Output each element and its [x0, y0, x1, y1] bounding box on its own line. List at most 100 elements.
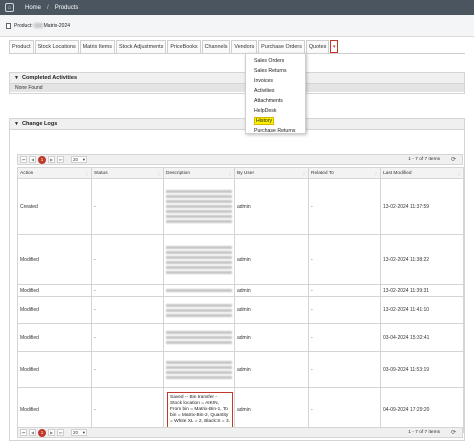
- cell-user: admin: [234, 323, 309, 352]
- column-menu-icon[interactable]: ⋮: [374, 171, 378, 176]
- cell-action: Modified: [17, 296, 92, 324]
- cell-related: -: [308, 351, 381, 388]
- menu-item-purchase-returns[interactable]: Purchase Returns: [246, 126, 305, 136]
- cell-user: admin: [234, 178, 309, 235]
- first-page-icon[interactable]: ⏮: [20, 156, 27, 163]
- cell-status: -: [91, 234, 164, 285]
- next-page-icon[interactable]: ▶: [48, 156, 55, 163]
- page-size-value: 20: [73, 157, 79, 162]
- pager-info: 1 - 7 of 7 items: [408, 157, 440, 162]
- last-page-icon[interactable]: ⏭: [57, 429, 64, 436]
- refresh-icon[interactable]: ⟳: [451, 156, 456, 163]
- menu-item-sales-returns[interactable]: Sales Returns: [246, 66, 305, 76]
- menu-item-helpdesk[interactable]: HelpDesk: [246, 106, 305, 116]
- column-menu-icon[interactable]: ⋮: [85, 171, 89, 176]
- menu-item-history[interactable]: History: [246, 116, 305, 126]
- tab-purchase-orders[interactable]: Purchase Orders: [258, 40, 305, 53]
- cell-modified: 13-02-2024 11:37:59: [380, 178, 464, 235]
- app-logo-icon[interactable]: ⌂: [5, 3, 14, 12]
- menu-item-sales-orders[interactable]: Sales Orders: [246, 56, 305, 66]
- next-page-icon[interactable]: ▶: [48, 429, 55, 436]
- breadcrumb-separator: /: [47, 4, 49, 11]
- column-menu-icon[interactable]: ⋮: [157, 171, 161, 176]
- tab-product[interactable]: Product: [9, 40, 34, 53]
- cell-status: -: [91, 387, 164, 433]
- collapse-caret-icon[interactable]: ▼: [14, 75, 19, 81]
- prev-page-icon[interactable]: ◀: [29, 429, 36, 436]
- cell-related: -: [308, 284, 381, 297]
- table-row[interactable]: Modified - Saved -- Bin transfer - Stock…: [17, 387, 464, 433]
- cell-user: admin: [234, 351, 309, 388]
- cell-action: Modified: [17, 351, 92, 388]
- column-header-action[interactable]: Action ⋮: [17, 167, 92, 179]
- table-row[interactable]: Created - admin - 13-02-2024 11:37:59: [17, 178, 464, 235]
- more-tabs-chevron-icon[interactable]: ▾: [330, 40, 339, 53]
- breadcrumb-home[interactable]: Home: [25, 5, 41, 11]
- menu-item-activities[interactable]: Activities: [246, 86, 305, 96]
- history-label: History: [254, 117, 275, 125]
- cell-description-redacted: [163, 284, 235, 297]
- change-logs-header[interactable]: ▼ Change Logs: [10, 119, 464, 130]
- cell-related: -: [308, 323, 381, 352]
- document-icon: [6, 22, 11, 29]
- cell-description-redacted: [163, 351, 235, 388]
- tab-channels[interactable]: Channels: [201, 40, 231, 53]
- current-page-button[interactable]: 1: [38, 428, 46, 437]
- column-header-related-to[interactable]: Related To ⋮: [308, 167, 381, 179]
- menu-item-invoices[interactable]: Invoices: [246, 76, 305, 86]
- completed-activities-panel: ▼ Completed Activities None Found: [9, 72, 465, 94]
- tab-quotes[interactable]: Quotes: [305, 40, 330, 53]
- table-row[interactable]: Modified - admin - 13-02-2024 11:39:31: [17, 284, 464, 297]
- refresh-icon[interactable]: ⟳: [451, 429, 456, 436]
- cell-description-redacted: [163, 178, 235, 235]
- cell-user: admin: [234, 296, 309, 324]
- table-row[interactable]: Modified - admin - 03-04-2024 15:32:41: [17, 323, 464, 352]
- top-navbar: ⌂ Home / Products: [0, 0, 474, 15]
- tab-stock-adjustments[interactable]: Stock Adjustments: [116, 40, 167, 53]
- column-menu-icon[interactable]: ⋮: [302, 171, 306, 176]
- highlighted-description: Saved -- Bin transfer - Stock location =…: [167, 392, 233, 428]
- table-row[interactable]: Modified - admin - 13-02-2024 11:41:10: [17, 296, 464, 324]
- chevron-down-icon: ▾: [82, 156, 85, 162]
- cell-status: -: [91, 323, 164, 352]
- cell-user: admin: [234, 387, 309, 433]
- product-name: Matrix-2024: [43, 22, 71, 29]
- completed-activities-title: Completed Activities: [21, 75, 78, 81]
- cell-status: -: [91, 351, 164, 388]
- column-menu-icon[interactable]: ⋮: [457, 171, 461, 176]
- current-page-button[interactable]: 1: [38, 155, 46, 164]
- cell-related: -: [308, 234, 381, 285]
- last-page-icon[interactable]: ⏭: [57, 156, 64, 163]
- table-row[interactable]: Modified - admin - 03-09-2024 11:53:19: [17, 351, 464, 388]
- cell-user: admin: [234, 234, 309, 285]
- table-row[interactable]: Modified - admin - 13-02-2024 11:38:22: [17, 234, 464, 285]
- tab-pricebooks[interactable]: PriceBooks: [167, 40, 201, 53]
- menu-item-attachments[interactable]: Attachments: [246, 96, 305, 106]
- column-header-description[interactable]: Description ⋮: [163, 167, 235, 179]
- cell-description: Saved -- Bin transfer - Stock location =…: [163, 387, 235, 433]
- collapse-caret-icon[interactable]: ▼: [14, 121, 19, 127]
- column-header-by-user[interactable]: By User ⋮: [234, 167, 309, 179]
- change-log-table: Action ⋮ Status ⋮ Description ⋮ By User ⋮ Re…: [17, 167, 464, 433]
- page-size-select[interactable]: 20 ▾: [71, 156, 87, 163]
- first-page-icon[interactable]: ⏮: [20, 429, 27, 436]
- tab-matrix-items[interactable]: Matrix Items: [79, 40, 115, 53]
- breadcrumb-products[interactable]: Products: [55, 5, 79, 11]
- prev-page-icon[interactable]: ◀: [29, 156, 36, 163]
- cell-related: -: [308, 296, 381, 324]
- cell-modified: 03-09-2024 11:53:19: [380, 351, 464, 388]
- cell-description-redacted: [163, 296, 235, 324]
- column-menu-icon[interactable]: ⋮: [228, 171, 232, 176]
- tab-stock-locations[interactable]: Stock Locations: [34, 40, 79, 53]
- column-header-last-modified[interactable]: Last Modified ⋮: [380, 167, 464, 179]
- cell-modified: 13-02-2024 11:39:31: [380, 284, 464, 297]
- cell-status: -: [91, 284, 164, 297]
- more-tabs-dropdown: Sales Orders Sales Returns Invoices Acti…: [245, 53, 306, 134]
- cell-modified: 13-02-2024 11:38:22: [380, 234, 464, 285]
- page-size-select[interactable]: 20 ▾: [71, 429, 87, 436]
- cell-status: -: [91, 178, 164, 235]
- column-header-status[interactable]: Status ⋮: [91, 167, 164, 179]
- pager-bottom: ⏮ ◀ 1 ▶ ⏭ 20 ▾ 1 - 7 of 7 items ⟳: [17, 427, 463, 438]
- completed-activities-header[interactable]: ▼ Completed Activities: [10, 73, 464, 84]
- tab-vendors[interactable]: Vendors: [231, 40, 258, 53]
